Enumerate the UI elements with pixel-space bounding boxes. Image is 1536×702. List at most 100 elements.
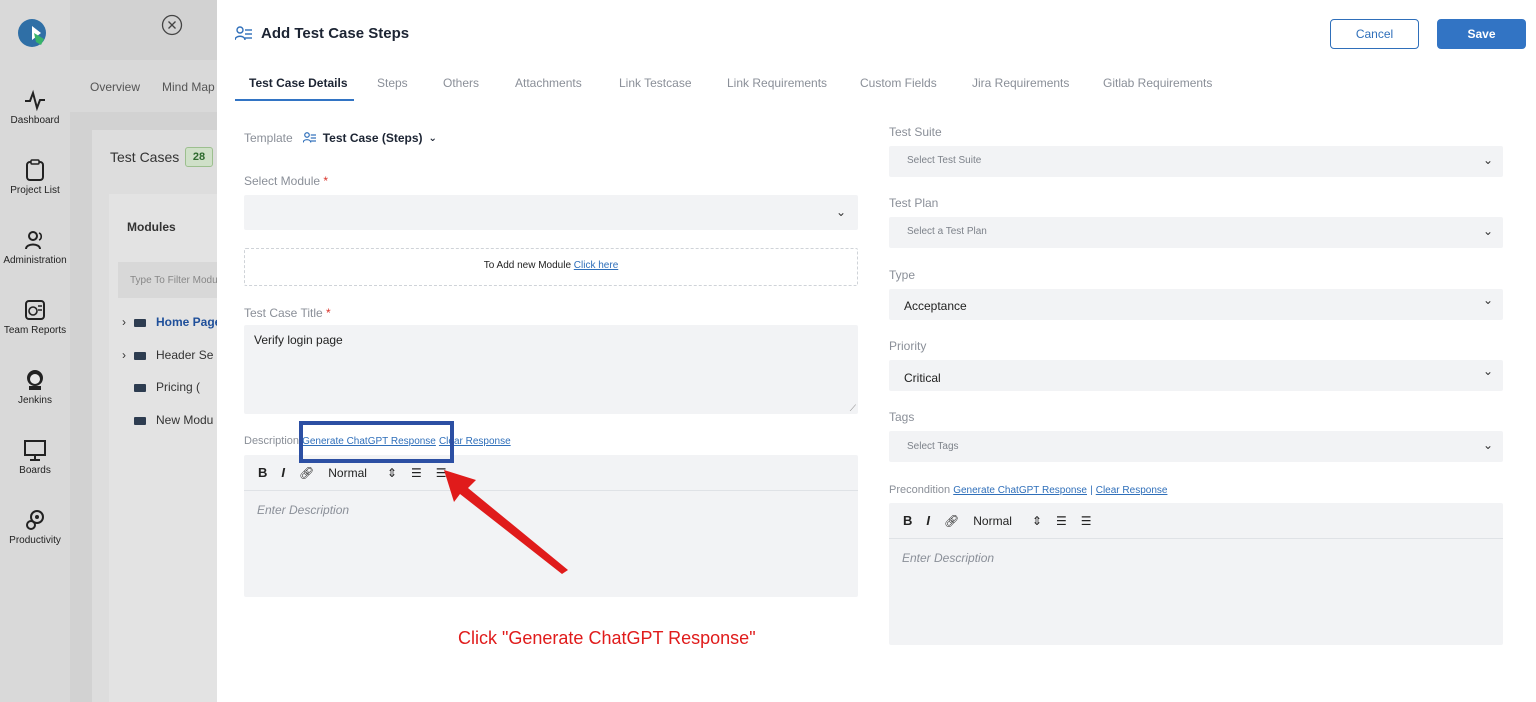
tab-gitlab-requirements[interactable]: Gitlab Requirements (1103, 76, 1212, 90)
precondition-editor[interactable]: B I 🔗︎ Normal ⇕ ☰ ☰ Enter Description (889, 503, 1503, 645)
close-modal-icon[interactable] (161, 14, 183, 36)
tab-others[interactable]: Others (443, 76, 479, 90)
add-test-case-modal: Add Test Case Steps Cancel Save Test Cas… (217, 0, 1536, 702)
module-label: Pricing ( (156, 380, 201, 394)
template-label: Template (244, 131, 293, 145)
module-label-text: Select Module (244, 174, 321, 188)
format-select[interactable]: Normal ⇕ (328, 466, 397, 480)
users-icon (25, 231, 43, 250)
sidebar-item-label: Dashboard (10, 115, 60, 126)
sidebar-item-label: Team Reports (3, 325, 67, 336)
generate-chatgpt-link[interactable]: Generate ChatGPT Response (953, 485, 1087, 496)
sidebar-item-label: Boards (19, 465, 51, 476)
module-select[interactable]: ⌄ (244, 195, 858, 230)
module-label: New Modu (156, 413, 214, 427)
folder-icon (134, 416, 146, 425)
format-value: Normal (328, 465, 367, 480)
tab-mind-map[interactable]: Mind Map (162, 80, 215, 94)
italic-icon[interactable]: I (281, 465, 285, 480)
sidebar-item-project-list[interactable]: Project List (0, 158, 70, 196)
link-icon[interactable]: 🔗︎ (299, 466, 314, 480)
chevron-right-icon[interactable]: › (122, 348, 134, 362)
description-label: Description (244, 435, 300, 447)
add-module-text: To Add new Module (483, 260, 572, 271)
module-item[interactable]: Pricing ( (122, 380, 200, 394)
tags-select[interactable]: Select Tags ⌄ (889, 431, 1503, 462)
sidebar: Dashboard Project List Administration Te… (0, 0, 70, 702)
tab-custom-fields[interactable]: Custom Fields (860, 76, 937, 90)
test-plan-select[interactable]: Select a Test Plan ⌄ (889, 217, 1503, 248)
tags-label: Tags (889, 410, 915, 424)
ordered-list-icon[interactable]: ☰ (411, 466, 422, 480)
board-icon (24, 440, 46, 461)
test-suite-placeholder: Select Test Suite (907, 155, 982, 166)
test-case-title-field[interactable]: Verify login page ⟋ (244, 325, 858, 414)
tab-link-testcase[interactable]: Link Testcase (619, 76, 692, 90)
clear-response-link[interactable]: Clear Response (1096, 485, 1168, 496)
add-module-link[interactable]: Click here (574, 260, 618, 271)
bold-icon[interactable]: B (903, 513, 912, 528)
tab-steps[interactable]: Steps (377, 76, 408, 90)
folder-icon (134, 318, 146, 327)
test-case-icon (302, 132, 316, 143)
bullet-list-icon[interactable]: ☰ (1081, 514, 1092, 528)
sidebar-item-label: Administration (3, 255, 67, 266)
sidebar-item-label: Productivity (9, 535, 61, 546)
sidebar-item-productivity[interactable]: Productivity (0, 508, 70, 546)
folder-icon (134, 383, 146, 392)
tab-jira-requirements[interactable]: Jira Requirements (972, 76, 1069, 90)
gears-icon (26, 510, 44, 530)
editor-toolbar: B I 🔗︎ Normal ⇕ ☰ ☰ (889, 503, 1503, 539)
module-label: Select Module * (244, 174, 328, 188)
tab-overview[interactable]: Overview (90, 80, 140, 94)
chevron-down-icon: ⌄ (1482, 293, 1493, 307)
module-label: Header Se (156, 348, 214, 362)
required-marker: * (326, 306, 331, 320)
add-module-box: To Add new Module Click here (244, 248, 858, 286)
tab-link-requirements[interactable]: Link Requirements (727, 76, 827, 90)
link-icon[interactable]: 🔗︎ (944, 514, 959, 528)
title-value: Verify login page (254, 333, 343, 347)
clipboard-icon (26, 159, 44, 181)
description-placeholder: Enter Description (257, 503, 350, 517)
precondition-placeholder: Enter Description (902, 551, 995, 565)
sidebar-item-label: Project List (10, 185, 60, 196)
tab-test-case-details[interactable]: Test Case Details (249, 76, 348, 90)
resize-handle-icon[interactable]: ⟋ (850, 403, 856, 414)
app-logo-icon[interactable] (17, 18, 47, 48)
module-filter-input[interactable]: Type To Filter Modules (118, 262, 222, 298)
sidebar-item-jenkins[interactable]: Jenkins (0, 368, 70, 406)
test-suite-select[interactable]: Select Test Suite ⌄ (889, 146, 1503, 177)
tab-attachments[interactable]: Attachments (515, 76, 582, 90)
template-select[interactable]: Test Case (Steps) ⌄ (302, 131, 437, 145)
sidebar-item-label: Jenkins (18, 395, 52, 406)
sidebar-item-boards[interactable]: Boards (0, 438, 70, 476)
chevron-down-icon: ⌄ (1482, 364, 1493, 378)
type-select[interactable]: Acceptance ⌄ (889, 289, 1503, 320)
template-row: Template Test Case (Steps) ⌄ (244, 131, 437, 145)
chevron-down-icon: ⌄ (835, 205, 846, 219)
chevron-down-icon: ⌄ (1482, 153, 1493, 167)
format-value: Normal (973, 513, 1012, 528)
jenkins-icon (27, 370, 43, 390)
italic-icon[interactable]: I (926, 513, 930, 528)
active-tab-indicator (235, 99, 354, 101)
bold-icon[interactable]: B (258, 465, 267, 480)
format-select[interactable]: Normal ⇕ (973, 514, 1042, 528)
module-item[interactable]: › Header Se (122, 348, 213, 362)
precondition-row: Precondition Generate ChatGPT Response |… (889, 484, 1167, 496)
required-marker: * (323, 174, 329, 188)
ordered-list-icon[interactable]: ☰ (1056, 514, 1067, 528)
chevron-right-icon[interactable]: › (122, 315, 134, 329)
module-item[interactable]: New Modu (122, 413, 213, 427)
priority-select[interactable]: Critical ⌄ (889, 360, 1503, 391)
save-button[interactable]: Save (1437, 19, 1526, 49)
module-item[interactable]: › Home Page (122, 315, 221, 329)
chevron-down-icon: ⌄ (428, 132, 437, 144)
sidebar-item-team-reports[interactable]: Team Reports (0, 298, 70, 336)
test-plan-label: Test Plan (889, 196, 939, 210)
sidebar-item-dashboard[interactable]: Dashboard (0, 88, 70, 126)
cancel-button[interactable]: Cancel (1330, 19, 1419, 49)
template-value: Test Case (Steps) (322, 131, 423, 145)
sidebar-item-administration[interactable]: Administration (0, 228, 70, 266)
